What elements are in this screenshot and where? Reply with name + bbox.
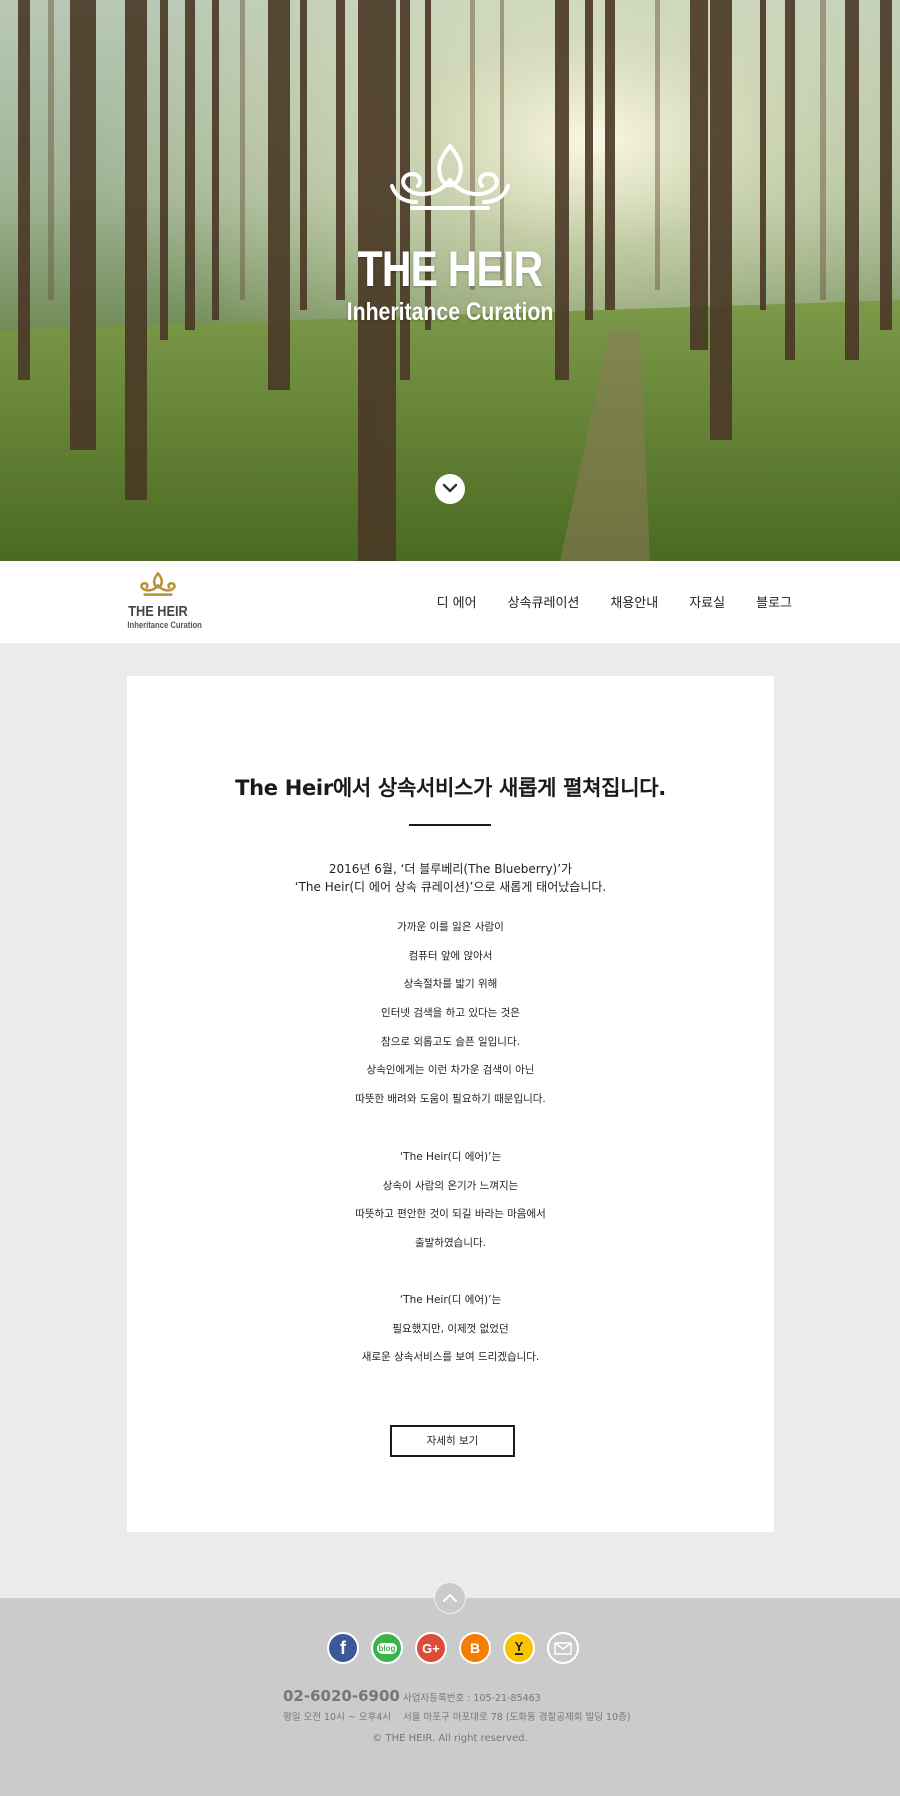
content-card: The Heir에서 상속서비스가 새롭게 펼쳐집니다. 2016년 6월, ‘…: [127, 676, 774, 1532]
nav-item-blog[interactable]: 블로그: [756, 592, 792, 611]
paragraph-1: 가까운 이를 잃은 사람이 컴퓨터 앞에 앉아서 상속절차를 밟기 위해 인터넷…: [127, 913, 774, 1114]
chevron-up-icon: [443, 1594, 457, 1602]
scroll-down-button[interactable]: [435, 474, 465, 504]
email-icon[interactable]: [547, 1632, 579, 1664]
text-line: 컴퓨터 앞에 앉아서: [408, 949, 493, 962]
text-line: 출발하였습니다.: [415, 1237, 486, 1250]
hero-title: THE HEIR: [357, 241, 544, 297]
content-heading: The Heir에서 상속서비스가 새롭게 펼쳐집니다.: [235, 776, 666, 800]
envelope-icon: [554, 1641, 572, 1655]
crown-logo-icon: [0, 140, 900, 224]
heading-divider: [409, 824, 491, 826]
footer-business-number: 사업자등록번호 : 105-21-85463: [403, 1693, 541, 1704]
facebook-glyph: f: [340, 1637, 346, 1658]
footer-phone[interactable]: 02-6020-6900: [283, 1687, 400, 1705]
hero-subtitle: Inheritance Curation: [346, 298, 554, 326]
naver-blog-icon[interactable]: blog: [371, 1632, 403, 1664]
nav-logo-subtitle: Inheritance Curation: [127, 620, 202, 630]
nav-item-recruitment[interactable]: 채용안내: [610, 592, 658, 611]
text-line: 필요했지만, 이제껏 없었던: [392, 1322, 509, 1335]
text-line: 상속이 사람의 온기가 느껴지는: [382, 1179, 519, 1192]
text-line: ‘The Heir(디 에어)’는: [399, 1151, 502, 1163]
nav-item-inheritance-curation[interactable]: 상속큐레이션: [508, 592, 580, 611]
text-line: 따뜻하고 편안한 것이 되길 바라는 마음에서: [355, 1208, 546, 1221]
nav-menu: 디 에어 상속큐레이션 채용안내 자료실 블로그: [406, 592, 792, 611]
text-line: 가까운 이를 잃은 사람이: [397, 921, 504, 933]
text-line: 상속절차를 밟기 위해: [403, 978, 498, 991]
nav-logo[interactable]: THE HEIR Inheritance Curation: [122, 571, 202, 630]
text-line: 인터넷 검색을 하고 있다는 것은: [381, 1007, 520, 1020]
chevron-down-icon: [442, 483, 458, 493]
intro-line: 2016년 6월, ‘더 블루베리(The Blueberry)’가: [328, 862, 573, 876]
nav-item-archive[interactable]: 자료실: [689, 592, 725, 611]
blogger-icon[interactable]: B: [459, 1632, 491, 1664]
text-line: 상속인에게는 이런 차가운 검색이 아닌: [366, 1064, 535, 1077]
intro-line: ‘The Heir(디 에어 상속 큐레이션)’으로 새롭게 태어났습니다.: [294, 880, 607, 894]
facebook-icon[interactable]: f: [327, 1632, 359, 1664]
blog-glyph: blog: [376, 1642, 398, 1654]
main-navbar: THE HEIR Inheritance Curation 디 에어 상속큐레이…: [0, 561, 900, 643]
view-more-button[interactable]: 자세히 보기: [390, 1425, 515, 1457]
text-line: 따뜻한 배려와 도움이 필요하기 때문입니다.: [355, 1093, 546, 1106]
paragraph-2: ‘The Heir(디 에어)’는 상속이 사람의 온기가 느껴지는 따뜻하고 …: [127, 1143, 774, 1258]
scroll-to-top-button[interactable]: [434, 1582, 466, 1614]
yozm-icon[interactable]: Y: [503, 1632, 535, 1664]
hero-banner: THE HEIR Inheritance Curation: [0, 0, 900, 561]
footer-copyright: © THE HEIR. All right reserved.: [372, 1733, 528, 1744]
footer-address: 서울 마포구 마포대로 78 (도화동 경찰공제회 빌딩 10층): [403, 1712, 631, 1723]
google-plus-icon[interactable]: G+: [415, 1632, 447, 1664]
yozm-glyph: Y: [514, 1639, 524, 1655]
text-line: 새로운 상속서비스를 보여 드리겠습니다.: [361, 1351, 540, 1364]
social-links: f blog G+ B Y: [327, 1632, 579, 1664]
intro-text: 2016년 6월, ‘더 블루베리(The Blueberry)’가 ‘The …: [127, 860, 774, 896]
text-line: ‘The Heir(디 에어)’는: [399, 1294, 502, 1306]
footer-hours: 평일 오전 10시 ~ 오후4시: [283, 1712, 392, 1723]
blogger-glyph: B: [469, 1640, 481, 1656]
paragraph-3: ‘The Heir(디 에어)’는 필요했지만, 이제껏 없었던 새로운 상속서…: [127, 1286, 774, 1372]
nav-logo-title: THE HEIR: [128, 603, 188, 620]
google-plus-glyph: G+: [422, 1640, 440, 1656]
text-line: 참으로 외롭고도 슬픈 일입니다.: [381, 1035, 520, 1048]
crown-logo-icon: [140, 571, 176, 596]
nav-item-the-heir[interactable]: 디 에어: [437, 592, 477, 611]
